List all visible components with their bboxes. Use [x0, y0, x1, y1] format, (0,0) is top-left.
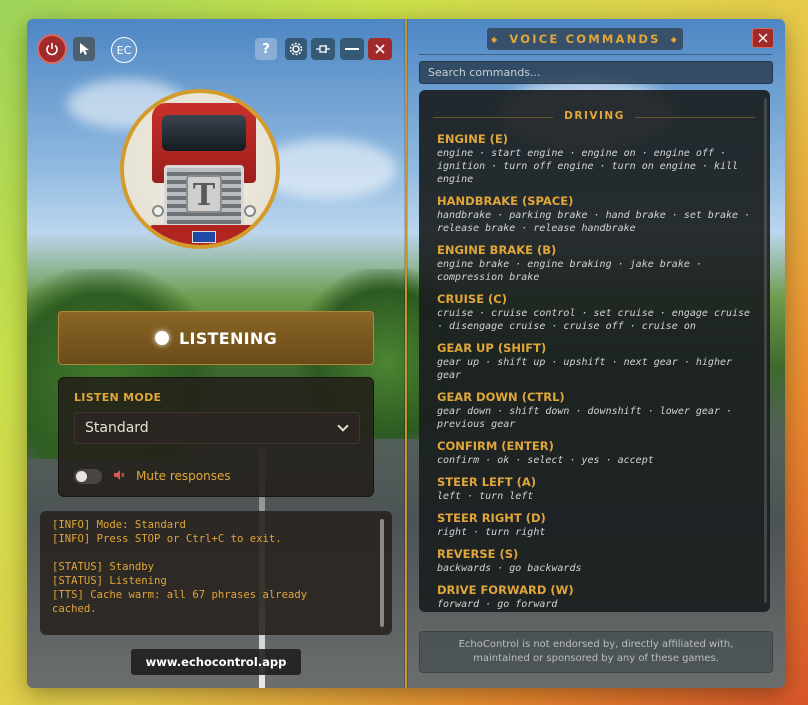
minimize-button[interactable]	[340, 38, 364, 60]
command-item[interactable]: CRUISE (C) cruise · cruise control · set…	[437, 292, 759, 333]
console-line: [TTS] Cache warm: all 67 phrases already	[52, 589, 308, 601]
command-item[interactable]: STEER LEFT (A) left · turn left	[437, 475, 759, 503]
ec-logo: EC	[116, 43, 132, 57]
listen-mode-card: LISTEN MODE Standard Mute responses	[58, 377, 374, 497]
disclaimer-text: EchoControl is not endorsed by, directly…	[419, 631, 773, 673]
close-icon	[375, 44, 385, 54]
close-panel-button[interactable]	[752, 28, 774, 48]
left-pane: EC ? T LISTENING LISTEN MODE Standard Mu…	[27, 19, 405, 688]
listen-button-label: LISTENING	[178, 328, 278, 348]
command-item[interactable]: STEER RIGHT (D) right · turn right	[437, 511, 759, 539]
console-line: cached.	[52, 603, 97, 615]
console-line: [INFO] Press STOP or Ctrl+C to exit.	[52, 533, 282, 545]
command-phrases: confirm · ok · select · yes · accept	[437, 455, 654, 466]
app-window: EC ? T LISTENING LISTEN MODE Standard Mu…	[27, 19, 785, 688]
command-name: HANDBRAKE (SPACE)	[437, 194, 574, 208]
voice-commands-title-text: VOICE COMMANDS	[509, 32, 661, 46]
voice-commands-title: ◆ VOICE COMMANDS ◆	[487, 28, 683, 50]
command-name: CRUISE (C)	[437, 292, 508, 306]
command-name: ENGINE (E)	[437, 132, 509, 146]
truck-avatar: T	[120, 89, 280, 249]
commands-scrollbar[interactable]	[764, 98, 767, 603]
gear-icon	[289, 42, 303, 56]
close-button[interactable]	[368, 38, 392, 60]
pin-button[interactable]	[311, 38, 335, 60]
command-item[interactable]: REVERSE (S) backwards · go backwards	[437, 547, 759, 575]
command-phrases: handbrake · parking brake · hand brake ·…	[437, 210, 751, 234]
command-phrases: engine brake · engine braking · jake bra…	[437, 259, 702, 283]
cursor-icon	[80, 43, 89, 55]
listening-indicator-icon	[154, 331, 169, 345]
command-phrases: forward · go forward	[437, 599, 558, 610]
command-item[interactable]: ENGINE (E) engine · start engine · engin…	[437, 132, 759, 186]
console-line: [STATUS] Listening	[52, 575, 167, 587]
close-icon	[758, 33, 768, 43]
command-item[interactable]: GEAR UP (SHIFT) gear up · shift up · ups…	[437, 341, 759, 382]
mute-speaker-icon	[113, 469, 127, 483]
console-scrollbar[interactable]	[380, 519, 384, 627]
command-item[interactable]: GEAR DOWN (CTRL) gear down · shift down …	[437, 390, 759, 431]
command-item[interactable]: HANDBRAKE (SPACE) handbrake · parking br…	[437, 194, 759, 235]
listen-mode-select[interactable]: Standard	[74, 412, 360, 444]
category-rule	[635, 117, 755, 118]
console-line: [STATUS] Standby	[52, 561, 155, 573]
command-phrases: gear up · shift up · upshift · next gear…	[437, 357, 733, 381]
listen-mode-title: LISTEN MODE	[74, 391, 162, 404]
mute-responses-label[interactable]: Mute responses	[136, 469, 231, 483]
command-name: STEER RIGHT (D)	[437, 511, 546, 525]
command-name: ENGINE BRAKE (B)	[437, 243, 557, 257]
truck-headlight	[244, 205, 256, 217]
mute-toggle[interactable]	[74, 469, 102, 484]
ec-logo-button[interactable]: EC	[111, 37, 137, 63]
truck-window	[162, 115, 246, 151]
power-button[interactable]	[37, 34, 67, 64]
pin-icon	[316, 45, 330, 53]
command-item[interactable]: DRIVE FORWARD (W) forward · go forward	[437, 583, 759, 611]
command-phrases: left · turn left	[437, 491, 534, 502]
voice-commands-pane: ◆ VOICE COMMANDS ◆ DRIVING ENGINE (E) en…	[407, 19, 785, 688]
command-name: CONFIRM (ENTER)	[437, 439, 554, 453]
command-phrases: right · turn right	[437, 527, 546, 538]
chevron-down-icon	[337, 420, 349, 432]
command-item[interactable]: CONFIRM (ENTER) confirm · ok · select · …	[437, 439, 759, 467]
search-input[interactable]	[419, 61, 773, 84]
command-phrases: backwards · go backwards	[437, 563, 582, 574]
command-phrases: gear down · shift down · downshift · low…	[437, 406, 733, 430]
eu-plate-icon	[192, 231, 216, 243]
listen-button[interactable]: LISTENING	[58, 311, 374, 365]
console-line: [INFO] Mode: Standard	[52, 519, 186, 531]
settings-button[interactable]	[285, 38, 307, 60]
command-item[interactable]: ENGINE BRAKE (B) engine brake · engine b…	[437, 243, 759, 284]
commands-list: DRIVING ENGINE (E) engine · start engine…	[419, 90, 770, 612]
listen-mode-value: Standard	[85, 420, 149, 436]
website-link[interactable]: www.echocontrol.app	[131, 649, 301, 675]
header-rule	[419, 54, 772, 55]
truck-logo: T	[186, 175, 222, 213]
command-name: GEAR UP (SHIFT)	[437, 341, 547, 355]
command-name: GEAR DOWN (CTRL)	[437, 390, 565, 404]
truck-headlight	[152, 205, 164, 217]
help-button[interactable]: ?	[255, 38, 277, 60]
command-name: DRIVE FORWARD (W)	[437, 583, 574, 597]
command-name: STEER LEFT (A)	[437, 475, 536, 489]
power-icon	[46, 43, 58, 56]
toggle-knob	[76, 471, 87, 482]
command-phrases: cruise · cruise control · set cruise · e…	[437, 308, 751, 332]
command-phrases: engine · start engine · engine on · engi…	[437, 148, 739, 185]
category-title: DRIVING	[564, 110, 625, 122]
diamond-icon: ◆	[670, 34, 680, 44]
console-log: [INFO] Mode: Standard [INFO] Press STOP …	[40, 511, 392, 635]
cursor-button[interactable]	[73, 37, 95, 61]
command-name: REVERSE (S)	[437, 547, 519, 561]
diamond-icon: ◆	[490, 34, 500, 44]
minimize-icon	[345, 48, 359, 50]
help-icon: ?	[262, 41, 270, 57]
